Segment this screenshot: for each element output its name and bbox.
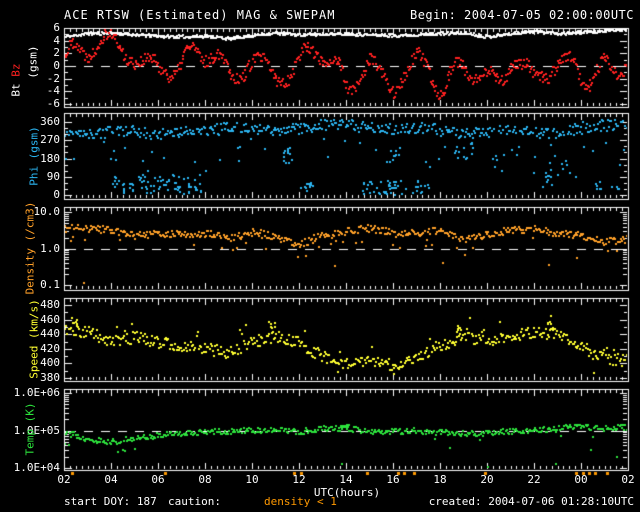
begin-timestamp: Begin: 2004-07-05 02:00:00UTC: [410, 8, 634, 22]
panel-temp-axis-label-part: Temp (K): [24, 403, 37, 456]
x-axis-tick-label: 18: [427, 473, 453, 486]
x-axis-tick-label: 04: [98, 473, 124, 486]
plot-canvas: [0, 0, 640, 512]
x-axis-tick-label: 02: [51, 473, 77, 486]
panel-temp-axis-label: Temp (K): [24, 403, 37, 456]
ace-rtsw-plot: ACE RTSW (Estimated) MAG & SWEPAM Begin:…: [0, 0, 640, 512]
footer-caution-label: caution:: [168, 495, 221, 508]
x-axis-tick-label: 20: [474, 473, 500, 486]
x-axis-tick-label: 10: [239, 473, 265, 486]
panel-bt-bz-axis-label-part: Bt: [10, 77, 23, 97]
x-axis-tick-label: 02: [615, 473, 640, 486]
panel-bt-bz-ytick-label: -6: [0, 98, 60, 110]
panel-density-axis-label-part: Density (/cm3): [24, 202, 37, 295]
footer-caution-value: density < 1: [264, 495, 337, 508]
plot-title: ACE RTSW (Estimated) MAG & SWEPAM: [64, 8, 335, 22]
x-axis-tick-label: 12: [286, 473, 312, 486]
panel-speed-axis-label: Speed (km/s): [28, 299, 41, 378]
panel-bt-bz-axis-label: Bt Bz: [10, 63, 23, 96]
panel-phi-ytick-label: 0: [0, 189, 60, 201]
panel-bt-bz-ytick-label: 6: [0, 22, 60, 34]
x-axis-tick-label: 06: [145, 473, 171, 486]
panel-bt-bz-axis-label: (gsm): [27, 45, 40, 78]
panel-phi-axis-label-part: Phi (gsm): [28, 126, 41, 186]
panel-density-axis-label: Density (/cm3): [24, 202, 37, 295]
x-axis-tick-label: 22: [521, 473, 547, 486]
footer-start-doy: start DOY: 187: [64, 495, 157, 508]
x-axis-tick-label: 14: [333, 473, 359, 486]
x-axis-tick-label: 08: [192, 473, 218, 486]
panel-temp-ytick-label: 1.0E+06: [0, 387, 60, 399]
x-axis-tick-label: 16: [380, 473, 406, 486]
footer-created-timestamp: created: 2004-07-06 01:28:10UTC: [429, 495, 634, 508]
panel-bt-bz-axis-label-part: (gsm): [27, 45, 40, 78]
panel-speed-axis-label-part: Speed (km/s): [28, 299, 41, 378]
panel-phi-axis-label: Phi (gsm): [28, 126, 41, 186]
panel-bt-bz-axis-label-part: Bz: [10, 63, 23, 76]
x-axis-tick-label: 00: [568, 473, 594, 486]
